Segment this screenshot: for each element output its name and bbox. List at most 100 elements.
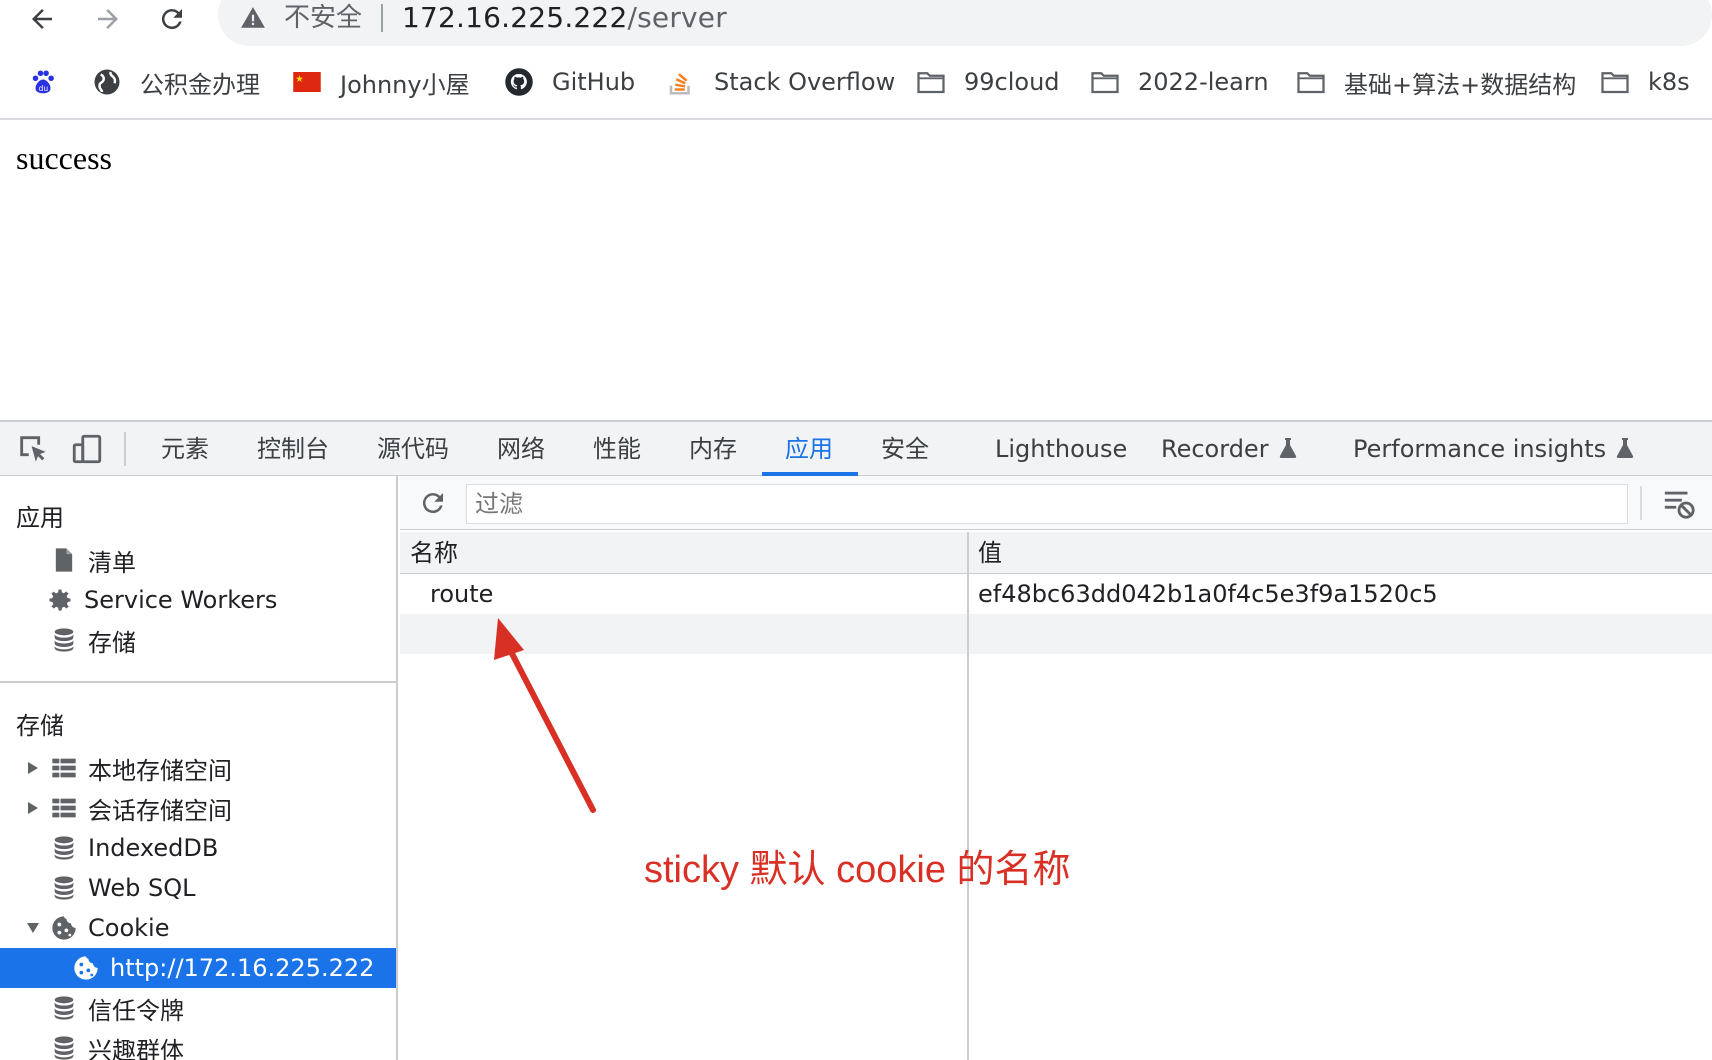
url-text[interactable]: 172.16.225.222/server [402,2,727,34]
china-flag-icon [292,67,322,97]
baidu-paw-icon: du [28,67,58,97]
database-icon [54,628,74,652]
sidebar-item-cookie[interactable]: Cookie [0,908,396,948]
bookmark-label: GitHub [552,68,636,96]
cookie-icon [52,916,76,940]
bookmarks-bar: du 公积金办理 Johnny小屋 GitHub Stack Overflow … [0,52,1712,114]
database-icon [54,996,74,1020]
sidebar-separator [0,681,396,683]
bookmark-label: 2022-learn [1138,68,1269,96]
device-toolbar-icon[interactable] [70,432,104,466]
database-icon [54,1036,74,1060]
sidebar-item-web-sql[interactable]: Web SQL [0,868,396,908]
bookmark-folder[interactable]: 基础+算法+数据结构 [1296,62,1576,102]
collapse-arrow-icon[interactable] [26,921,40,935]
toolbar-divider [1640,486,1642,520]
bookmark-label: Stack Overflow [714,68,896,96]
tab-elements[interactable]: 元素 [161,422,209,476]
cookies-table-header: 名称 值 [400,532,1712,574]
folder-icon [1296,67,1326,97]
bookmark-folder[interactable]: 2022-learn [1090,62,1269,102]
sidebar-item-label: 清单 [88,548,136,577]
browser-toolbar: 不安全 172.16.225.222/server [0,0,1712,46]
annotation-arrow [494,618,596,813]
table-grid-icon [52,798,76,818]
experiment-flask-icon [1616,438,1634,458]
forward-button[interactable] [88,0,128,38]
warning-triangle-icon[interactable] [240,5,266,31]
bookmark-label: Johnny小屋 [340,70,470,99]
folder-icon [1600,67,1630,97]
bookmark-folder[interactable]: k8s [1600,62,1690,102]
sidebar-item-label: Cookie [88,914,170,942]
sidebar-item-label: Service Workers [84,586,278,614]
forward-arrow-icon [98,9,118,29]
sidebar-item-interest-groups[interactable]: 兴趣群体 [0,1028,396,1060]
sidebar-item-trust-tokens[interactable]: 信任令牌 [0,988,396,1028]
url-host: 172.16.225.222 [402,1,628,34]
reload-button[interactable] [152,0,192,38]
folder-icon [1090,67,1120,97]
bookmark-item[interactable]: GitHub [504,62,635,102]
gear-icon [49,589,71,611]
bookmark-item[interactable]: Stack Overflow [666,62,895,102]
bookmark-label: 基础+算法+数据结构 [1344,70,1577,99]
tab-recorder[interactable]: Recorder [1161,422,1297,476]
back-button[interactable] [22,0,62,38]
expand-arrow-icon[interactable] [26,801,40,815]
url-path: /server [627,1,727,34]
bookmark-folder[interactable]: 99cloud [916,62,1060,102]
bookmark-label: k8s [1648,68,1690,96]
page-body-text: success [16,140,112,176]
svg-text:du: du [39,84,49,93]
tab-security[interactable]: 安全 [881,422,929,476]
annotation-label: sticky 默认 cookie 的名称 [644,849,1071,891]
security-status-label[interactable]: 不安全 [284,2,362,34]
refresh-icon[interactable] [418,488,448,518]
cookie-icon [74,956,98,980]
tab-sources[interactable]: 源代码 [377,422,449,476]
tab-application[interactable]: 应用 [785,422,833,476]
bookmark-item[interactable]: 公积金办理 [92,62,260,102]
reload-icon [161,9,182,30]
address-separator [381,4,383,32]
sidebar-item-local-storage[interactable]: 本地存储空间 [0,748,396,788]
sidebar-item-cookie-origin[interactable]: http://172.16.225.222 [0,948,396,988]
sidebar-item-storage[interactable]: 存储 [0,620,396,660]
tab-performance-insights[interactable]: Performance insights [1353,422,1634,476]
devtools-toolbar-divider [124,432,126,466]
sidebar-item-service-workers[interactable]: Service Workers [0,580,396,620]
filter-input[interactable] [466,484,1628,524]
column-header-value[interactable]: 值 [978,532,1002,574]
tab-performance[interactable]: 性能 [593,422,641,476]
inspect-element-icon[interactable] [16,432,50,466]
sidebar-item-indexeddb[interactable]: IndexedDB [0,828,396,868]
cookie-value-cell[interactable]: ef48bc63dd042b1a0f4c5e3f9a1520c5 [978,574,1438,614]
bookmark-baidu[interactable]: du [28,62,76,102]
sidebar-item-manifest[interactable]: 清单 [0,540,396,580]
tab-lighthouse[interactable]: Lighthouse [995,422,1127,476]
devtools-tabbar: 元素 控制台 源代码 网络 性能 内存 应用 安全 Lighthouse Rec… [0,422,1712,476]
bookmark-label: 99cloud [964,68,1060,96]
expand-arrow-icon[interactable] [26,761,40,775]
sidebar-item-label: 信任令牌 [88,996,184,1025]
clear-filter-icon[interactable] [1662,486,1696,520]
tab-console[interactable]: 控制台 [257,422,329,476]
cookies-toolbar [400,476,1712,530]
sidebar-item-label: 存储 [88,628,136,657]
sidebar-item-label: 兴趣群体 [88,1036,184,1060]
tab-recorder-label: Recorder [1161,435,1269,463]
column-divider [967,532,969,1060]
github-icon [504,67,534,97]
tab-network[interactable]: 网络 [497,422,545,476]
document-icon [55,548,73,572]
back-arrow-icon [32,9,52,29]
tab-memory[interactable]: 内存 [689,422,737,476]
sidebar-heading-storage: 存储 [16,712,64,740]
sidebar-item-session-storage[interactable]: 会话存储空间 [0,788,396,828]
sidebar-item-label: Web SQL [88,874,196,902]
tab-performance-insights-label: Performance insights [1353,435,1607,463]
bookmark-label: 公积金办理 [140,70,260,99]
bookmark-item[interactable]: Johnny小屋 [292,62,470,102]
column-header-name[interactable]: 名称 [410,532,458,574]
